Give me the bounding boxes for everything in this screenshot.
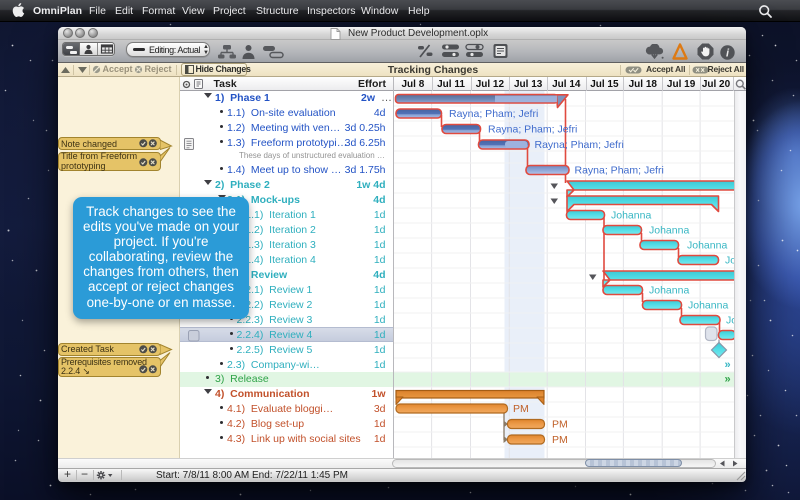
svg-text:Rayna; Pham; Jefri: Rayna; Pham; Jefri xyxy=(535,139,624,151)
svg-text:Rayna; Pham; Jefri: Rayna; Pham; Jefri xyxy=(575,164,664,176)
svg-text:»: » xyxy=(725,359,731,371)
svg-text:Johanna: Johanna xyxy=(688,299,728,311)
svg-text:»: » xyxy=(725,373,731,385)
svg-text:Johanna: Johanna xyxy=(687,239,727,251)
svg-text:PM: PM xyxy=(552,434,568,446)
svg-text:Rayna; Pham; Jefri: Rayna; Pham; Jefri xyxy=(488,123,577,135)
svg-text:Rayna; Pham; Jefri: Rayna; Pham; Jefri xyxy=(449,108,538,120)
svg-text:PM: PM xyxy=(552,418,568,430)
svg-text:Johanna: Johanna xyxy=(649,224,689,236)
svg-text:Johanna: Johanna xyxy=(649,284,689,296)
svg-text:Johanna: Johanna xyxy=(611,209,651,221)
svg-text:PM: PM xyxy=(513,403,529,415)
